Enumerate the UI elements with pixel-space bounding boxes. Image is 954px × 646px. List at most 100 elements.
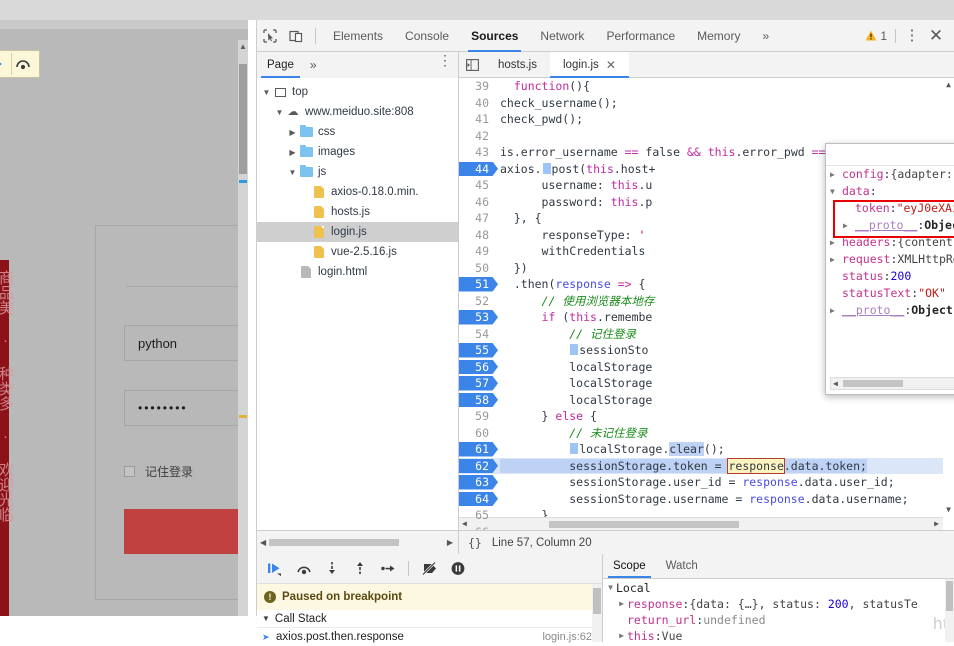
overlay-resume-icon[interactable] bbox=[0, 53, 9, 75]
line-number-gutter[interactable]: 44 bbox=[459, 161, 498, 178]
tree-node-vue-2-5-16-js[interactable]: vue-2.5.16.js bbox=[257, 242, 458, 262]
line-number-gutter[interactable]: 60 bbox=[459, 425, 494, 442]
scope-row-response[interactable]: ▶ response: {data: {…}, status: 200, stat… bbox=[603, 596, 954, 612]
file-tab-login-js[interactable]: login.js ✕ bbox=[550, 52, 629, 78]
tab-performance[interactable]: Performance bbox=[595, 20, 686, 52]
tree-node-js[interactable]: ▼ js bbox=[257, 162, 458, 182]
line-number-gutter[interactable]: 61 bbox=[459, 441, 498, 458]
file-navigator-tree[interactable]: ▼ top ▼ ☁ www.meiduo.site:808 ▶ css ▶ images ▼ js a… bbox=[257, 78, 459, 530]
editor-scroll-right-arrow[interactable]: ▶ bbox=[934, 519, 939, 528]
tree-node-www-meiduo-site-808[interactable]: ▼ ☁ www.meiduo.site:808 bbox=[257, 102, 458, 122]
line-number-gutter[interactable]: 47 bbox=[459, 210, 494, 227]
line-number-gutter[interactable]: 62 bbox=[459, 458, 498, 475]
inspect-element-icon[interactable] bbox=[257, 23, 283, 49]
remember-me-row[interactable]: 记住登录 bbox=[124, 463, 193, 480]
tab-network[interactable]: Network bbox=[529, 20, 595, 52]
scope-scroll-thumb[interactable] bbox=[946, 581, 953, 611]
line-number-gutter[interactable]: 59 bbox=[459, 408, 494, 425]
hscroll-left-arrow[interactable]: ◀ bbox=[833, 378, 838, 389]
expand-closed-icon[interactable]: ▶ bbox=[830, 251, 842, 268]
device-toolbar-icon[interactable] bbox=[283, 23, 309, 49]
code-line-63[interactable]: 63 sessionStorage.user_id = response.dat… bbox=[459, 474, 954, 491]
username-input[interactable]: python bbox=[124, 325, 248, 361]
pretty-print-icon[interactable]: {} bbox=[468, 536, 482, 550]
step-out-button[interactable] bbox=[347, 557, 372, 581]
line-number-gutter[interactable]: 49 bbox=[459, 243, 494, 260]
step-into-button[interactable] bbox=[319, 557, 344, 581]
navigator-tab-page[interactable]: Page bbox=[257, 52, 304, 78]
object-row-headers[interactable]: ▶headers: {content-type: "application/j bbox=[826, 234, 954, 251]
line-number-gutter[interactable]: 54 bbox=[459, 326, 494, 343]
line-number-gutter[interactable]: 58 bbox=[459, 392, 498, 409]
devtools-settings-kebab[interactable]: ⋮ bbox=[902, 28, 922, 43]
navigator-more-button[interactable]: » bbox=[304, 58, 323, 72]
line-number-gutter[interactable]: 63 bbox=[459, 474, 498, 491]
line-number-gutter[interactable]: 53 bbox=[459, 309, 498, 326]
line-number-gutter[interactable]: 43 bbox=[459, 144, 494, 161]
object-row-status[interactable]: status: 200 bbox=[826, 268, 954, 285]
code-line-60[interactable]: 60 // 未记住登录 bbox=[459, 425, 954, 442]
more-tabs-button[interactable]: » bbox=[751, 20, 780, 52]
code-line-39[interactable]: 39 function(){ bbox=[459, 78, 954, 95]
tab-sources[interactable]: Sources bbox=[460, 20, 529, 52]
step-over-button[interactable] bbox=[291, 557, 316, 581]
tree-node-axios-0-18-0-min-[interactable]: axios-0.18.0.min. bbox=[257, 182, 458, 202]
editor-horizontal-scrollbar[interactable]: ◀ ▶ bbox=[459, 517, 943, 530]
line-number-gutter[interactable]: 56 bbox=[459, 359, 498, 376]
expand-closed-icon[interactable]: ▶ bbox=[830, 234, 842, 251]
password-input[interactable]: •••••••• bbox=[124, 390, 248, 426]
tree-node-login-html[interactable]: login.html bbox=[257, 262, 458, 282]
editor-hscroll-thumb[interactable] bbox=[549, 521, 739, 528]
line-number-gutter[interactable]: 51 bbox=[459, 276, 498, 293]
line-number-gutter[interactable]: 41 bbox=[459, 111, 494, 128]
scope-row-return_url[interactable]: return_url: undefined bbox=[603, 612, 954, 628]
object-row-request[interactable]: ▶request: XMLHttpRequest {onreadystatec bbox=[826, 251, 954, 268]
nav-scroll-left-arrow[interactable]: ◀ bbox=[260, 536, 266, 549]
step-button[interactable] bbox=[375, 557, 400, 581]
resume-button[interactable] bbox=[263, 557, 288, 581]
tree-node-css[interactable]: ▶ css bbox=[257, 122, 458, 142]
code-line-42[interactable]: 42 bbox=[459, 128, 954, 145]
scroll-up-arrow[interactable]: ▲ bbox=[238, 42, 248, 52]
code-line-62[interactable]: 62 sessionStorage.token = response.data.… bbox=[459, 457, 954, 475]
expand-closed-icon[interactable]: ▶ bbox=[616, 596, 627, 612]
twisty-open-icon[interactable]: ▼ bbox=[261, 88, 272, 97]
pause-on-exceptions-button[interactable] bbox=[445, 557, 470, 581]
twisty-open-icon[interactable]: ▼ bbox=[287, 168, 298, 177]
file-tab-hosts-js[interactable]: hosts.js bbox=[485, 52, 550, 78]
source-code-editor[interactable]: 39 function(){40 check_username(); 41 check… bbox=[459, 78, 954, 530]
navigator-hscrollbar[interactable]: ◀ ▶ bbox=[259, 536, 455, 549]
tab-memory[interactable]: Memory bbox=[686, 20, 751, 52]
hscroll-thumb[interactable] bbox=[843, 380, 903, 387]
twisty-open-icon[interactable]: ▼ bbox=[274, 108, 285, 117]
tab-scope[interactable]: Scope bbox=[603, 554, 656, 578]
line-number-gutter[interactable]: 45 bbox=[459, 177, 494, 194]
tree-node-hosts-js[interactable]: hosts.js bbox=[257, 202, 458, 222]
tree-node-images[interactable]: ▶ images bbox=[257, 142, 458, 162]
line-number-gutter[interactable]: 50 bbox=[459, 260, 494, 277]
line-number-gutter[interactable]: 46 bbox=[459, 194, 494, 211]
close-icon[interactable]: ✕ bbox=[606, 58, 616, 72]
close-devtools-button[interactable]: ✕ bbox=[924, 26, 948, 45]
line-number-gutter[interactable]: 57 bbox=[459, 375, 498, 392]
scope-row-this[interactable]: ▶ this: Vue bbox=[603, 628, 954, 644]
object-row-token[interactable]: token: "eyJ0eXAiOiJKV1QiLCJhbGciOiJIU bbox=[826, 200, 954, 217]
call-stack-header[interactable]: ▼ Call Stack bbox=[257, 610, 602, 628]
editor-scroll-down-arrow[interactable]: ▼ bbox=[943, 505, 954, 514]
code-line-41[interactable]: 41 check_pwd(); bbox=[459, 111, 954, 128]
expand-closed-icon[interactable]: ▶ bbox=[830, 302, 842, 319]
call-stack-frame[interactable]: ➤ axios.post.then.response login.js:62 bbox=[257, 628, 602, 646]
editor-scroll-up-arrow[interactable]: ▲ bbox=[943, 80, 954, 89]
tab-elements[interactable]: Elements bbox=[322, 20, 394, 52]
scope-variable-list[interactable]: ▼ Local ▶ response: {data: {…}, status: 200… bbox=[603, 579, 954, 644]
expand-closed-icon[interactable]: ▶ bbox=[830, 166, 842, 183]
object-row-statusText[interactable]: statusText: "OK" bbox=[826, 285, 954, 302]
line-number-gutter[interactable]: 55 bbox=[459, 342, 498, 359]
scope-scrollbar[interactable] bbox=[945, 579, 954, 642]
navigator-kebab[interactable]: ⋮ bbox=[438, 53, 452, 67]
show-navigator-icon[interactable] bbox=[459, 59, 485, 71]
code-line-61[interactable]: 61 localStorage.clear(); bbox=[459, 441, 954, 458]
code-line-40[interactable]: 40 check_username(); bbox=[459, 95, 954, 112]
callstack-scrollbar[interactable] bbox=[592, 584, 602, 642]
page-scroll-thumb[interactable] bbox=[239, 64, 247, 174]
